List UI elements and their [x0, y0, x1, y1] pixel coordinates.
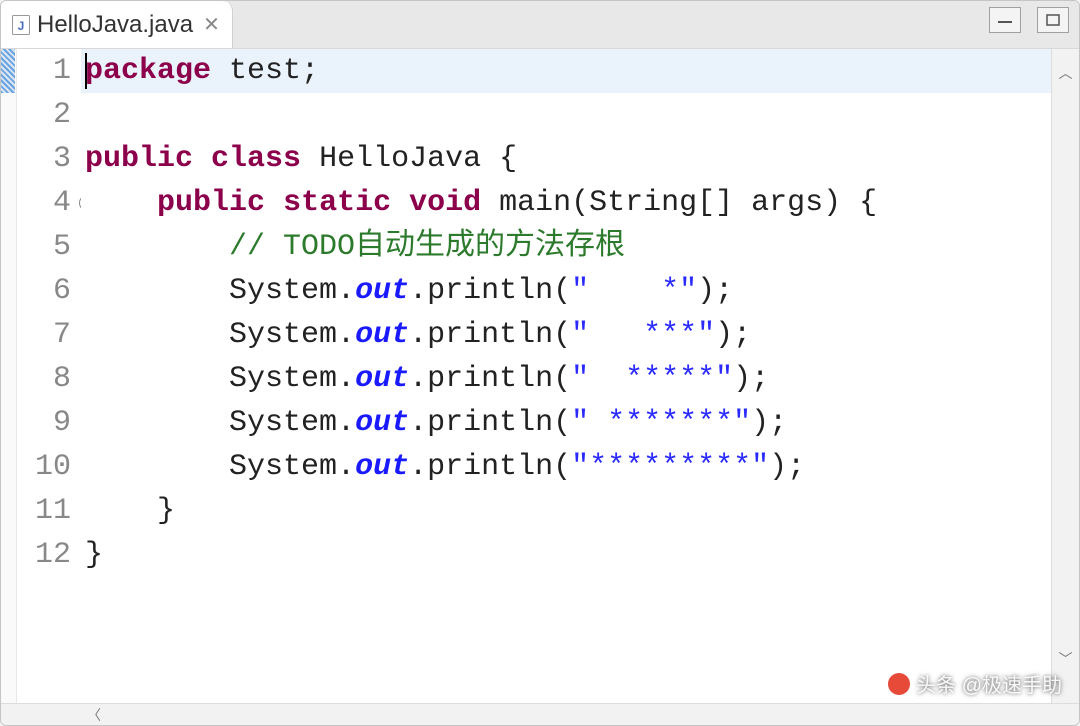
line-number: 3	[17, 137, 71, 181]
scroll-left-icon[interactable]: 〈	[81, 705, 107, 725]
horizontal-scrollbar[interactable]: 〈	[1, 703, 1079, 725]
code-line[interactable]: // TODO自动生成的方法存根	[85, 225, 1051, 269]
maximize-button[interactable]	[1037, 7, 1069, 33]
code-line[interactable]	[85, 93, 1051, 137]
code-line[interactable]: public class HelloJava {	[85, 137, 1051, 181]
code-line[interactable]: System.out.println("*********");	[85, 445, 1051, 489]
minimize-button[interactable]	[989, 7, 1021, 33]
code-line[interactable]: System.out.println(" *");	[85, 269, 1051, 313]
line-number: 10	[17, 445, 71, 489]
window-controls	[989, 7, 1069, 33]
code-line[interactable]: public static void main(String[] args) {	[85, 181, 1051, 225]
scroll-up-icon[interactable]: ︿	[1052, 53, 1079, 97]
line-marker	[1, 49, 15, 93]
line-number: 4	[17, 181, 71, 225]
text-cursor	[85, 53, 87, 89]
tab-bar: J HelloJava.java ✕	[1, 1, 1079, 49]
line-number: 1	[17, 49, 71, 93]
line-number: 2	[17, 93, 71, 137]
code-line[interactable]: }	[85, 489, 1051, 533]
line-number: 9	[17, 401, 71, 445]
line-number: 5	[17, 225, 71, 269]
scroll-down-icon[interactable]: ﹀	[1052, 639, 1079, 683]
code-line[interactable]: System.out.println(" ***");	[85, 313, 1051, 357]
svg-text:J: J	[18, 19, 25, 33]
editor-window: J HelloJava.java ✕ 123−456789101112 pack…	[0, 0, 1080, 726]
code-line[interactable]: System.out.println(" *******");	[85, 401, 1051, 445]
code-area[interactable]: package test; public class HelloJava { pu…	[81, 49, 1051, 703]
gutter: 123−456789101112	[17, 49, 81, 703]
line-number: 6	[17, 269, 71, 313]
editor-body: 123−456789101112 package test;public cla…	[1, 49, 1079, 703]
line-number: 8	[17, 357, 71, 401]
line-number: 12	[17, 533, 71, 577]
line-number: 11	[17, 489, 71, 533]
vertical-scrollbar[interactable]: ︿ ﹀	[1051, 49, 1079, 703]
ruler	[1, 49, 17, 703]
tab-filename: HelloJava.java	[37, 11, 193, 39]
close-icon[interactable]: ✕	[203, 12, 220, 37]
code-line[interactable]: }	[85, 533, 1051, 577]
code-line[interactable]: System.out.println(" *****");	[85, 357, 1051, 401]
tab-hellojava[interactable]: J HelloJava.java ✕	[1, 1, 233, 48]
code-line[interactable]: package test;	[85, 49, 1051, 93]
line-number: 7	[17, 313, 71, 357]
java-file-icon: J	[11, 14, 31, 36]
